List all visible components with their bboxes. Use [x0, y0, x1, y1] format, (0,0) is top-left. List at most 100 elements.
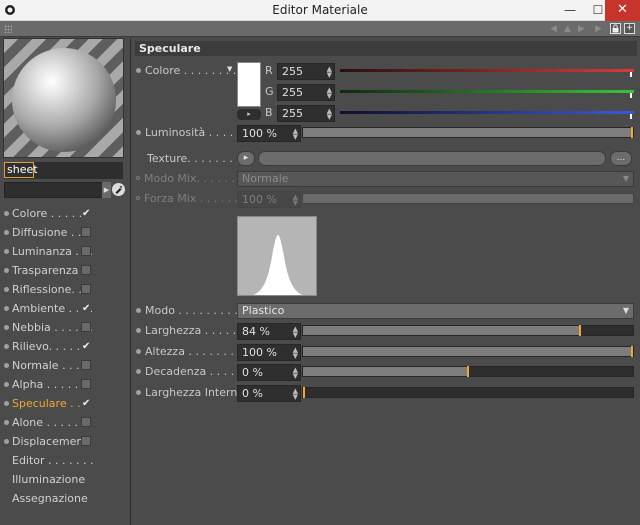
minimize-button[interactable]: —: [556, 0, 584, 21]
channel-item[interactable]: Illuminazione: [0, 470, 131, 489]
decadenza-field[interactable]: 0 % ▲ ▼: [237, 364, 301, 381]
g-value-field[interactable]: 255 ▲ ▼: [277, 84, 335, 101]
animate-dot-icon[interactable]: [136, 67, 141, 73]
channel-item[interactable]: Riflessione. . .: [0, 280, 131, 299]
channel-item[interactable]: Normale . . . .: [0, 356, 131, 375]
picker-icon[interactable]: [112, 183, 125, 196]
channel-item[interactable]: Assegnazione: [0, 489, 131, 508]
b-slider[interactable]: [340, 111, 634, 114]
channel-checkbox[interactable]: ✔: [81, 208, 91, 219]
material-name-field[interactable]: sheet: [4, 162, 38, 178]
color-swatch[interactable]: [237, 62, 261, 107]
g-spinner-icon[interactable]: ▲ ▼: [327, 87, 332, 100]
animate-dot-icon[interactable]: [136, 307, 141, 313]
specular-curve: [253, 235, 303, 295]
animate-dot-icon[interactable]: [136, 368, 141, 374]
slider-fill: [303, 367, 468, 376]
r-value-field[interactable]: 255 ▲ ▼: [277, 63, 335, 80]
texture-more-button[interactable]: ...: [610, 151, 632, 166]
texture-field[interactable]: [258, 151, 606, 166]
r-slider[interactable]: [340, 69, 634, 72]
altezza-spinner-icon[interactable]: ▲ ▼: [293, 347, 298, 360]
r-slider-knob[interactable]: [630, 72, 632, 77]
g-slider[interactable]: [340, 90, 634, 93]
channel-item[interactable]: Luminanza . . .: [0, 242, 131, 261]
channel-checkbox[interactable]: [81, 322, 91, 332]
channel-dot-icon: [4, 382, 9, 387]
channel-item[interactable]: Speculare . . . ✔: [0, 394, 131, 413]
larghezza-field[interactable]: 84 % ▲ ▼: [237, 323, 301, 340]
channel-label: Trasparenza: [12, 264, 79, 277]
channel-item[interactable]: Nebbia . . . . . .: [0, 318, 131, 337]
new-window-icon[interactable]: +: [624, 23, 635, 34]
slider-knob[interactable]: [631, 127, 633, 138]
forward-arrow-icon-2[interactable]: ▶: [595, 24, 605, 34]
b-value-field[interactable]: 255 ▲ ▼: [277, 105, 335, 122]
animate-dot-icon[interactable]: [136, 348, 141, 354]
animate-dot-icon[interactable]: [136, 389, 141, 395]
colore-expand-arrow-icon[interactable]: ▼: [227, 65, 232, 73]
channel-checkbox[interactable]: ✔: [81, 303, 91, 314]
decadenza-slider[interactable]: [302, 366, 634, 377]
back-arrow-icon[interactable]: ◀: [550, 24, 560, 34]
channel-checkbox[interactable]: [81, 246, 91, 256]
speculare-panel: Speculare Colore . . . . . . . . . ▼ ▸ R…: [132, 38, 640, 525]
larghezza-interna-spinner-icon[interactable]: ▲ ▼: [293, 388, 298, 401]
lock-icon[interactable]: [610, 23, 621, 34]
b-spinner-icon[interactable]: ▲ ▼: [327, 108, 332, 121]
channel-item[interactable]: Trasparenza: [0, 261, 131, 280]
altezza-field[interactable]: 100 % ▲ ▼: [237, 344, 301, 361]
channel-item[interactable]: Colore . . . . . . ✔: [0, 204, 131, 223]
layer-field[interactable]: [4, 182, 109, 198]
animate-dot-icon[interactable]: [136, 327, 141, 333]
channel-item[interactable]: Alone . . . . . .: [0, 413, 131, 432]
altezza-slider[interactable]: [302, 346, 634, 357]
chevron-down-icon[interactable]: ▼: [623, 304, 629, 318]
up-arrow-icon[interactable]: ▲: [564, 24, 574, 34]
larghezza-interna-field[interactable]: 0 % ▲ ▼: [237, 385, 301, 402]
channel-item[interactable]: Rilievo. . . . . . ✔: [0, 337, 131, 356]
larghezza-slider[interactable]: [302, 325, 634, 336]
channel-checkbox[interactable]: [81, 436, 91, 446]
channel-item[interactable]: Ambiente . . . . ✔: [0, 299, 131, 318]
close-button[interactable]: ✕: [605, 0, 640, 21]
channel-dot-icon: [4, 325, 9, 330]
color-picker-button[interactable]: ▸: [237, 109, 261, 120]
grip-icon[interactable]: [4, 25, 12, 33]
r-spinner-icon[interactable]: ▲ ▼: [327, 66, 332, 79]
channel-item[interactable]: Editor . . . . . . .: [0, 451, 131, 470]
material-preview[interactable]: [3, 38, 124, 158]
decadenza-spinner-icon[interactable]: ▲ ▼: [293, 367, 298, 380]
modo-dropdown[interactable]: Plastico ▼: [237, 303, 634, 319]
channel-checkbox[interactable]: [81, 379, 91, 389]
slider-knob[interactable]: [579, 325, 582, 336]
slider-knob[interactable]: [631, 346, 633, 357]
larghezza-spinner-icon[interactable]: ▲ ▼: [293, 326, 298, 339]
specular-curve-preview: [237, 216, 317, 296]
channel-checkbox[interactable]: [81, 284, 91, 294]
larghezza-interna-slider[interactable]: [302, 387, 634, 398]
channel-dot-icon: [4, 401, 9, 406]
forward-arrow-icon[interactable]: ▶: [578, 24, 588, 34]
channel-label: Speculare . . .: [12, 397, 88, 410]
texture-menu-button[interactable]: ▸: [237, 151, 255, 166]
luminosita-field[interactable]: 100 % ▲ ▼: [237, 125, 301, 142]
channel-item[interactable]: Displacement: [0, 432, 131, 451]
b-slider-knob[interactable]: [630, 114, 632, 119]
luminosita-spinner-icon[interactable]: ▲ ▼: [293, 128, 298, 141]
channel-checkbox[interactable]: [81, 360, 91, 370]
layer-dropdown-arrow-icon[interactable]: ▶: [102, 182, 111, 198]
slider-knob[interactable]: [303, 387, 305, 398]
channel-checkbox[interactable]: [81, 417, 91, 427]
channel-checkbox[interactable]: ✔: [81, 341, 91, 352]
channel-checkbox[interactable]: ✔: [81, 398, 91, 409]
luminosita-slider[interactable]: [302, 127, 634, 138]
slider-knob[interactable]: [467, 366, 469, 377]
channel-checkbox[interactable]: [81, 227, 91, 237]
animate-dot-icon[interactable]: [136, 129, 141, 135]
channel-item[interactable]: Alpha . . . . . .: [0, 375, 131, 394]
channel-item[interactable]: Diffusione . . .: [0, 223, 131, 242]
g-slider-knob[interactable]: [630, 93, 632, 98]
channel-checkbox[interactable]: [81, 265, 91, 275]
b-value: 255: [282, 107, 303, 120]
